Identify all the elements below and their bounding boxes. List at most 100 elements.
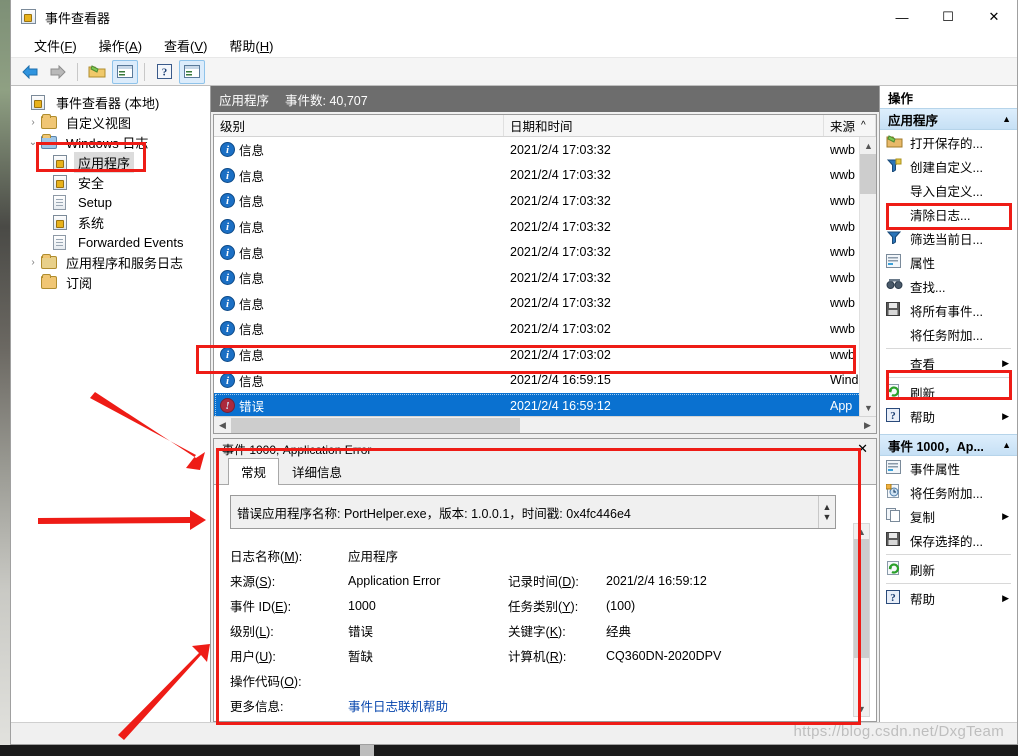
chevron-right-icon[interactable]: ›	[25, 117, 41, 128]
chevron-right-icon[interactable]: ›	[25, 257, 41, 268]
menu-view[interactable]: 查看(V)	[153, 34, 218, 57]
action-properties[interactable]: 属性	[880, 250, 1017, 274]
forward-arrow-icon[interactable]	[45, 60, 71, 84]
tree-item-setup[interactable]: Setup	[11, 192, 210, 212]
tree-item-system[interactable]: 系统	[11, 212, 210, 232]
taskbar-item[interactable]	[360, 745, 374, 756]
scroll-up-icon[interactable]: ▲	[860, 137, 876, 154]
scroll-thumb[interactable]	[854, 539, 869, 658]
cell-level-text: 信息	[239, 169, 265, 184]
menu-view-accel: V	[194, 39, 204, 54]
maximize-button[interactable]: ☐	[925, 0, 971, 34]
table-row[interactable]: i 信息 2021/2/4 17:03:32 wwb	[214, 265, 876, 291]
collapse-icon[interactable]: ▲	[1002, 440, 1011, 450]
more-info-link[interactable]: 事件日志联机帮助	[348, 696, 508, 715]
action-event-properties[interactable]: 事件属性	[880, 456, 1017, 480]
tree-item-event-viewer-root[interactable]: 事件查看器 (本地)	[11, 92, 210, 112]
table-row[interactable]: i 信息 2021/2/4 17:03:32 wwb	[214, 188, 876, 214]
cell-datetime: 2021/2/4 17:03:32	[510, 296, 611, 311]
scroll-down-icon[interactable]: ▼	[854, 701, 869, 716]
scroll-up-icon[interactable]: ▲	[854, 524, 869, 539]
table-row[interactable]: i 信息 2021/2/4 17:03:32 wwb	[214, 214, 876, 240]
scroll-thumb[interactable]	[231, 417, 520, 433]
console-tree[interactable]: 事件查看器 (本地) › 自定义视图 ⌄ Windows 日志 应用程序 安全	[11, 86, 211, 722]
action-attach-task-to-event[interactable]: 将任务附加...	[880, 480, 1017, 504]
cell-datetime: 2021/2/4 17:03:32	[510, 142, 611, 157]
column-header-source[interactable]: 来源 ^	[824, 115, 876, 136]
list-horizontal-scrollbar[interactable]: ◀ ▶	[214, 416, 876, 433]
collapse-icon[interactable]: ▲	[1002, 114, 1011, 124]
action-import-custom-view[interactable]: 导入自定义...	[880, 178, 1017, 202]
list-vertical-scrollbar[interactable]: ▲ ▼	[859, 137, 876, 416]
scroll-track[interactable]	[231, 416, 859, 433]
open-folder-icon[interactable]	[84, 60, 110, 84]
window-title: 事件查看器	[45, 10, 111, 26]
chevron-down-icon[interactable]: ⌄	[25, 137, 41, 148]
show-action-pane-icon[interactable]	[179, 59, 205, 84]
table-row[interactable]: i 信息 2021/2/4 17:03:02 wwb	[214, 342, 876, 368]
help-icon[interactable]: ?	[151, 60, 177, 84]
tree-item-forwarded-events[interactable]: Forwarded Events	[11, 232, 210, 252]
action-clear-log[interactable]: 清除日志...	[880, 202, 1017, 226]
table-row[interactable]: i 信息 2021/2/4 17:03:32 wwb	[214, 163, 876, 189]
action-refresh-event[interactable]: 刷新	[880, 557, 1017, 581]
detail-vertical-scrollbar[interactable]: ▲ ▼	[853, 523, 870, 717]
scroll-left-icon[interactable]: ◀	[214, 417, 231, 434]
action-view[interactable]: 查看 ▶	[880, 351, 1017, 375]
action-help[interactable]: ? 帮助 ▶	[880, 404, 1017, 428]
scroll-down-icon[interactable]: ▼	[860, 399, 876, 416]
submenu-arrow-icon: ▶	[1002, 410, 1009, 421]
show-tree-icon[interactable]	[112, 59, 138, 84]
actions-group-header-application[interactable]: 应用程序 ▲	[880, 108, 1017, 130]
menu-action[interactable]: 操作(A)	[88, 34, 153, 57]
action-save-all-events[interactable]: 将所有事件...	[880, 298, 1017, 322]
info-icon: i	[220, 142, 235, 158]
column-header-level[interactable]: 级别	[214, 115, 504, 136]
menu-help-accel: H	[259, 39, 270, 54]
cell-level-text: 信息	[239, 246, 265, 261]
action-refresh[interactable]: 刷新	[880, 380, 1017, 404]
tree-item-security[interactable]: 安全	[11, 172, 210, 192]
table-row[interactable]: i 信息 2021/2/4 17:03:32 wwb	[214, 239, 876, 265]
event-message-box[interactable]: 错误应用程序名称: PortHelper.exe，版本: 1.0.0.1，时间戳…	[230, 495, 836, 529]
table-row-selected[interactable]: ! 错误 2021/2/4 16:59:12 App	[214, 392, 876, 416]
action-save-selected-events[interactable]: 保存选择的...	[880, 528, 1017, 552]
tab-general[interactable]: 常规	[228, 458, 280, 485]
close-icon[interactable]: ✕	[853, 441, 872, 457]
tab-details[interactable]: 详细信息	[279, 458, 355, 485]
minimize-button[interactable]: —	[879, 0, 925, 34]
tree-item-subscriptions[interactable]: 订阅	[11, 272, 210, 292]
close-button[interactable]: ✕	[971, 0, 1017, 34]
action-attach-task-to-log[interactable]: 将任务附加...	[880, 322, 1017, 346]
table-row[interactable]: i 信息 2021/2/4 16:59:15 Wind	[214, 367, 876, 393]
menu-help[interactable]: 帮助(H)	[218, 34, 284, 57]
cell-level: i 信息	[214, 191, 504, 210]
column-header-datetime[interactable]: 日期和时间	[504, 115, 824, 136]
tree-item-application[interactable]: 应用程序	[11, 151, 210, 173]
action-help-event[interactable]: ? 帮助 ▶	[880, 586, 1017, 610]
message-scroll-spinner[interactable]: ▲ ▼	[818, 496, 835, 528]
table-row[interactable]: i 信息 2021/2/4 17:03:02 wwb	[214, 316, 876, 342]
submenu-arrow-icon: ▶	[1002, 357, 1009, 368]
events-rows[interactable]: i 信息 2021/2/4 17:03:32 wwb i 信息 2021/2/4 1…	[214, 137, 876, 416]
events-list[interactable]: 级别 日期和时间 来源 ^ i 信息 2021/2/4 17:03:32 wwb …	[213, 114, 877, 434]
table-row[interactable]: i 信息 2021/2/4 17:03:32 wwb	[214, 291, 876, 317]
scroll-up-icon[interactable]: ▲	[823, 502, 832, 512]
table-row[interactable]: i 信息 2021/2/4 17:03:32 wwb	[214, 137, 876, 163]
action-copy[interactable]: 复制 ▶	[880, 504, 1017, 528]
action-filter-current-log[interactable]: 筛选当前日...	[880, 226, 1017, 250]
actions-group-header-event[interactable]: 事件 1000，Ap... ▲	[880, 434, 1017, 456]
back-arrow-icon[interactable]	[17, 60, 43, 84]
field-row-event-id: 事件 ID(E): 1000 任务类别(Y): (100)	[230, 593, 836, 618]
scroll-thumb[interactable]	[860, 154, 876, 194]
tree-item-label: Forwarded Events	[78, 234, 184, 250]
action-find[interactable]: 查找...	[880, 274, 1017, 298]
menu-file[interactable]: 文件(F)	[23, 34, 88, 57]
tree-item-apps-and-services-logs[interactable]: › 应用程序和服务日志	[11, 252, 210, 272]
scroll-down-icon[interactable]: ▼	[823, 512, 832, 522]
scroll-right-icon[interactable]: ▶	[859, 417, 876, 434]
tree-item-windows-logs[interactable]: ⌄ Windows 日志	[11, 132, 210, 152]
action-create-custom-view[interactable]: 创建自定义...	[880, 154, 1017, 178]
action-open-saved-log[interactable]: 打开保存的...	[880, 130, 1017, 154]
tree-item-custom-views[interactable]: › 自定义视图	[11, 112, 210, 132]
